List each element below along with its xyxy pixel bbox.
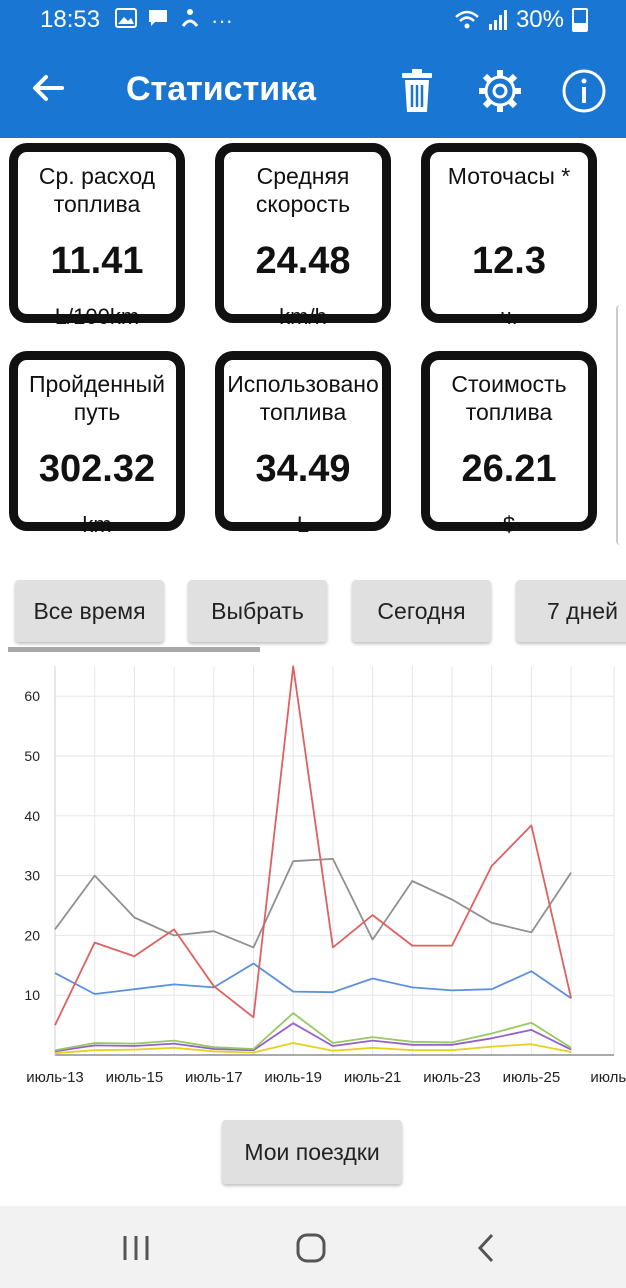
card-unit: km	[82, 512, 112, 537]
y-tick-label: 60	[24, 688, 40, 704]
statistics-line-chart: 10 20 30 40 50 60 июль-13 июль-15 июль-17 июль-19…	[24, 665, 626, 1086]
more-notifications-icon: ···	[211, 8, 233, 33]
card-label: Ср. расход топлива	[38, 163, 156, 217]
y-tick-label: 50	[24, 748, 40, 764]
back-icon[interactable]	[465, 1226, 509, 1270]
x-tick-label: июль-	[590, 1069, 626, 1086]
card-value: 26.21	[461, 448, 557, 490]
signal-icon	[488, 10, 507, 30]
status-bar: 18:53 ··· 30%	[0, 0, 626, 44]
series-line	[54, 665, 572, 1026]
card-fuel-used: Использовано топлива 34.49 L	[215, 351, 391, 537]
x-tick-label: июль-23	[423, 1069, 481, 1086]
card-label: Средняя скорость	[255, 163, 351, 217]
range-today-button[interactable]: Сегодня	[352, 580, 491, 642]
my-trips-button[interactable]: Мои поездки	[222, 1120, 402, 1184]
card-unit: L/100km	[54, 304, 140, 329]
card-value: 34.49	[255, 448, 351, 490]
series-line	[54, 1012, 572, 1052]
card-fuel-cost: Стоимость топлива 26.21 $	[421, 351, 597, 537]
tab-indicator	[8, 647, 260, 652]
x-tick-label: июль-21	[344, 1069, 402, 1086]
app-bar: Статистика	[0, 44, 626, 138]
x-tick-label: июль-19	[264, 1069, 322, 1086]
wifi-icon	[455, 10, 479, 29]
status-right: 30%	[454, 6, 588, 34]
range-all-time-button[interactable]: Все время	[15, 580, 164, 642]
card-distance: Пройденный путь 302.32 km	[9, 351, 185, 537]
card-engine-hours: Моточасы * 12.3 ч.	[421, 143, 597, 329]
system-navigation-bar	[0, 1206, 626, 1288]
card-unit: L	[296, 512, 310, 537]
card-value: 12.3	[472, 240, 546, 282]
y-tick-label: 20	[24, 927, 40, 943]
home-icon[interactable]	[289, 1226, 333, 1270]
range-7-days-button[interactable]: 7 дней	[516, 580, 626, 642]
range-select-button[interactable]: Выбрать	[188, 580, 327, 642]
page-title: Статистика	[126, 70, 317, 108]
card-value: 24.48	[255, 240, 351, 282]
series-line	[54, 857, 572, 949]
y-tick-label: 10	[24, 987, 40, 1003]
card-unit: ч.	[500, 304, 518, 329]
message-icon	[149, 10, 167, 26]
series-line	[54, 1042, 572, 1055]
back-arrow-icon[interactable]	[28, 68, 68, 108]
y-tick-label: 30	[24, 868, 40, 884]
x-tick-label: июль-15	[106, 1069, 164, 1086]
x-tick-label: июль-17	[185, 1069, 243, 1086]
trash-icon[interactable]	[392, 66, 442, 116]
series-line	[54, 962, 572, 999]
status-time: 18:53	[40, 6, 101, 33]
battery-icon	[572, 8, 588, 32]
recent-apps-icon[interactable]	[114, 1226, 158, 1270]
card-label: Стоимость топлива	[451, 371, 567, 425]
battery-percent: 30%	[515, 6, 564, 33]
notification-icons: ···	[115, 8, 233, 34]
card-unit: km/h	[279, 304, 327, 329]
info-icon[interactable]	[559, 66, 609, 116]
card-fuel-consumption: Ср. расход топлива 11.41 L/100km	[9, 143, 185, 329]
card-value: 302.32	[38, 448, 156, 490]
card-value: 11.41	[50, 240, 144, 282]
card-average-speed: Средняя скорость 24.48 km/h	[215, 143, 391, 329]
card-unit: $	[502, 512, 516, 537]
y-tick-label: 40	[24, 808, 40, 824]
x-tick-label: июль-13	[26, 1069, 84, 1086]
image-icon	[115, 8, 137, 28]
gear-icon[interactable]	[475, 66, 525, 116]
x-tick-label: июль-25	[503, 1069, 561, 1086]
card-label: Пройденный путь	[29, 371, 165, 425]
card-label: Моточасы *	[447, 163, 571, 189]
accessibility-icon	[181, 9, 199, 27]
scroll-hint	[616, 305, 626, 545]
card-label: Использовано топлива	[227, 371, 379, 425]
